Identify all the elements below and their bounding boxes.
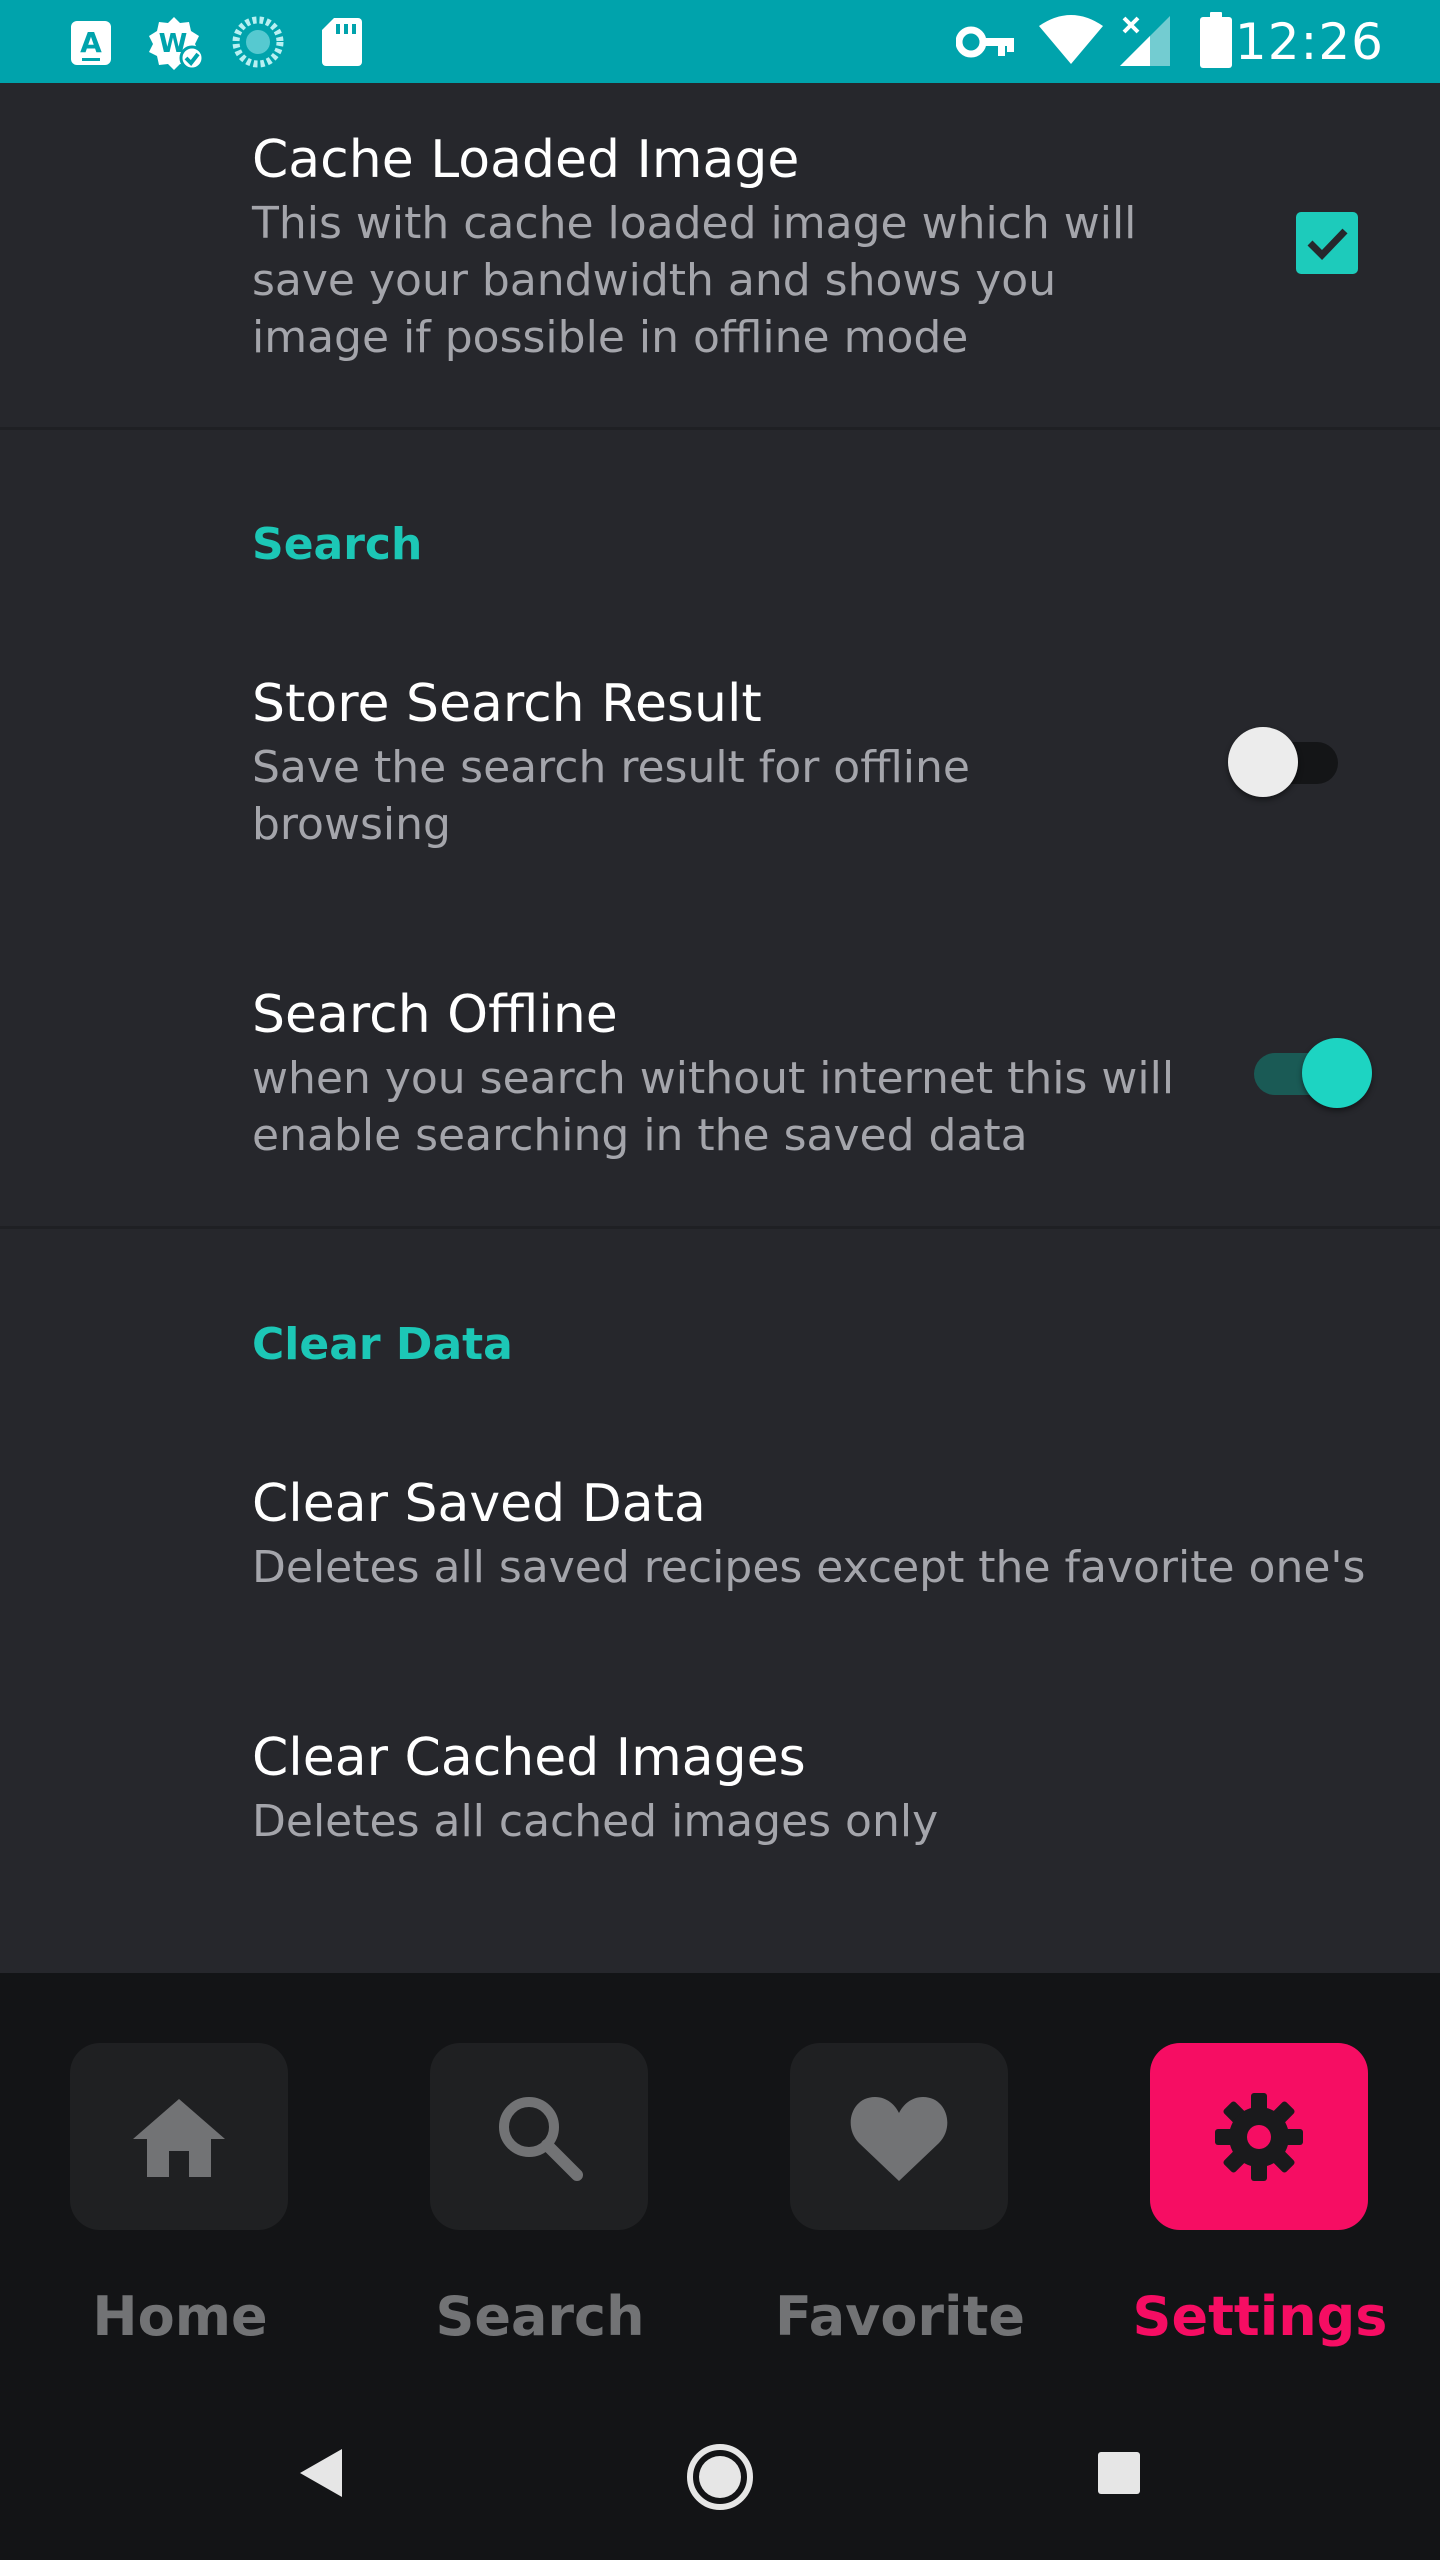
- pref-title: Cache Loaded Image: [252, 130, 800, 190]
- svg-text:A: A: [80, 26, 102, 59]
- keyboard-a-icon: A: [70, 20, 112, 70]
- divider: [0, 427, 1440, 430]
- nav-label-favorite: Favorite: [774, 2285, 1026, 2348]
- pref-cache-loaded-image[interactable]: Cache Loaded Image This with cache loade…: [252, 129, 1402, 409]
- nav-button-search[interactable]: [430, 2043, 648, 2230]
- nav-label-search: Search: [435, 2285, 645, 2348]
- store-search-result-switch[interactable]: [1228, 724, 1348, 800]
- pref-clear-cached-images[interactable]: Clear Cached Images Deletes all cached i…: [252, 1727, 1402, 1877]
- switch-thumb: [1302, 1038, 1372, 1108]
- checkmark-icon: [1307, 228, 1348, 261]
- pref-summary: Deletes all saved recipes except the fav…: [252, 1542, 1366, 1593]
- pref-title: Clear Cached Images: [252, 1728, 806, 1788]
- sd-card-icon: [322, 18, 362, 70]
- pref-summary: This with cache loaded image which will …: [252, 198, 1137, 363]
- nav-button-settings[interactable]: [1150, 2043, 1368, 2230]
- divider: [0, 1226, 1440, 1229]
- pref-search-offline[interactable]: Search Offline when you search without i…: [252, 984, 1402, 1204]
- nav-label-settings: Settings: [1132, 2285, 1388, 2348]
- pref-title: Store Search Result: [252, 674, 762, 734]
- settings-list: Cache Loaded Image This with cache loade…: [0, 83, 1440, 1973]
- battery-icon: [1200, 12, 1232, 72]
- bottom-navigation: Home Search Favorite Settings: [0, 1973, 1440, 2560]
- section-header-search: Search: [252, 519, 423, 570]
- recents-icon[interactable]: [1096, 2450, 1142, 2500]
- sync-spinner-icon: [232, 16, 284, 72]
- clock: 12:26: [1234, 13, 1384, 71]
- home-icon: [133, 2098, 225, 2177]
- pref-summary: Save the search result for offline brows…: [252, 742, 970, 850]
- switch-thumb: [1228, 727, 1298, 797]
- pref-title: Search Offline: [252, 985, 618, 1045]
- pref-title: Clear Saved Data: [252, 1474, 706, 1534]
- gear-icon: [1215, 2092, 1303, 2181]
- pref-clear-saved-data[interactable]: Clear Saved Data Deletes all saved recip…: [252, 1473, 1402, 1623]
- section-header-clear-data: Clear Data: [252, 1319, 513, 1370]
- heart-icon: [850, 2096, 948, 2181]
- no-signal-icon: [1120, 14, 1172, 72]
- nav-button-home[interactable]: [70, 2043, 288, 2230]
- back-icon[interactable]: [296, 2445, 346, 2505]
- pref-summary: when you search without internet this wi…: [252, 1053, 1175, 1161]
- wifi-icon: [1038, 14, 1104, 70]
- vpn-key-icon: [955, 26, 1014, 62]
- search-icon: [499, 2096, 583, 2181]
- search-offline-switch[interactable]: [1248, 1035, 1376, 1111]
- home-circle-icon[interactable]: [686, 2443, 754, 2515]
- status-bar: A W 12:26: [0, 0, 1440, 83]
- w-badge-check-icon: W: [146, 14, 206, 76]
- cache-image-checkbox[interactable]: [1296, 212, 1358, 274]
- nav-button-favorite[interactable]: [790, 2043, 1008, 2230]
- nav-label-home: Home: [92, 2285, 268, 2348]
- pref-summary: Deletes all cached images only: [252, 1796, 939, 1847]
